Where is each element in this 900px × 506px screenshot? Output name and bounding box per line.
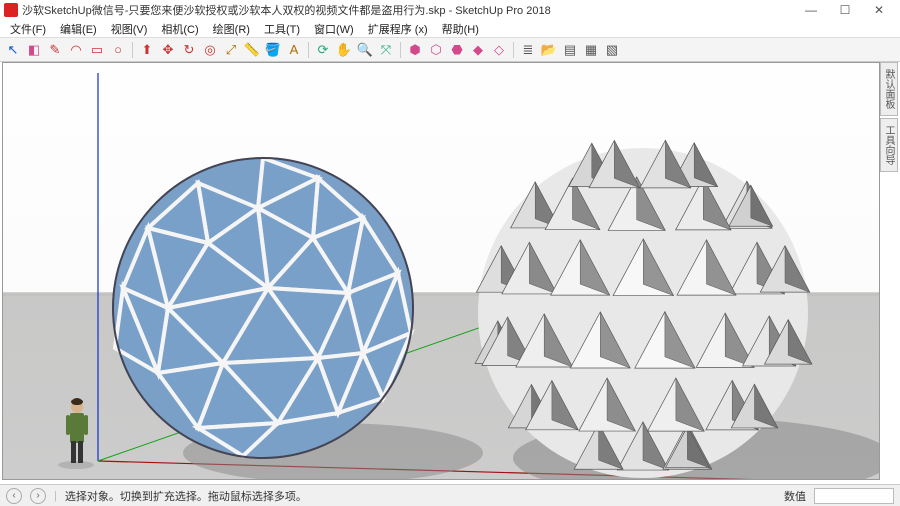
rotate-icon[interactable]: ↻: [180, 41, 198, 59]
rect-icon[interactable]: ▭: [88, 41, 106, 59]
move-icon[interactable]: ✥: [159, 41, 177, 59]
value-label: 数值: [784, 488, 806, 504]
view-icon[interactable]: ▦: [582, 41, 600, 59]
tray-tab-0[interactable]: 默认面板: [880, 62, 898, 116]
tray-panel: 默认面板工具向导: [880, 62, 898, 172]
zoom-extents-icon[interactable]: ⤧: [377, 41, 395, 59]
close-button[interactable]: ✕: [862, 0, 896, 20]
menu-item-0[interactable]: 文件(F): [4, 20, 52, 38]
nav-prev-button[interactable]: ‹: [6, 488, 22, 504]
eraser-icon[interactable]: ◧: [25, 41, 43, 59]
title-bar: 沙软SketchUp微信号-只要您来便沙软授权或沙软本人双权的视频文件都是盗用行…: [0, 0, 900, 20]
line-icon[interactable]: ✎: [46, 41, 64, 59]
menu-item-4[interactable]: 绘图(R): [207, 20, 256, 38]
paint-icon[interactable]: 🪣: [264, 41, 282, 59]
tape-icon[interactable]: 📏: [243, 41, 261, 59]
pushpull-icon[interactable]: ⬆: [138, 41, 156, 59]
menu-item-1[interactable]: 编辑(E): [54, 20, 103, 38]
window-title: 沙软SketchUp微信号-只要您来便沙软授权或沙软本人双权的视频文件都是盗用行…: [22, 2, 794, 18]
menu-item-3[interactable]: 相机(C): [155, 20, 204, 38]
menu-bar: 文件(F)编辑(E)视图(V)相机(C)绘图(R)工具(T)窗口(W)扩展程序 …: [0, 20, 900, 38]
ext4-icon[interactable]: ◇: [490, 41, 508, 59]
warehouse-icon[interactable]: ⬢: [406, 41, 424, 59]
tray-tab-1[interactable]: 工具向导: [880, 118, 898, 172]
orbit-icon[interactable]: ⟳: [314, 41, 332, 59]
status-hint: 选择对象。切换到扩充选择。拖动鼠标选择多项。: [65, 488, 776, 504]
app-icon: [4, 3, 18, 17]
layer-icon[interactable]: ≣: [519, 41, 537, 59]
pan-icon[interactable]: ✋: [335, 41, 353, 59]
menu-item-5[interactable]: 工具(T): [258, 20, 306, 38]
toolbar-separator: [400, 42, 401, 58]
ext2-icon[interactable]: ⬣: [448, 41, 466, 59]
model-viewport[interactable]: [2, 62, 880, 480]
select-arrow-icon[interactable]: ↖: [4, 41, 22, 59]
zoom-icon[interactable]: 🔍: [356, 41, 374, 59]
open-icon[interactable]: 📂: [540, 41, 558, 59]
ext-icon[interactable]: ⬡: [427, 41, 445, 59]
offset-icon[interactable]: ◎: [201, 41, 219, 59]
maximize-button[interactable]: ☐: [828, 0, 862, 20]
ext3-icon[interactable]: ◆: [469, 41, 487, 59]
outliner-icon[interactable]: ▤: [561, 41, 579, 59]
toolbar-separator: [308, 42, 309, 58]
nav-next-button[interactable]: ›: [30, 488, 46, 504]
menu-item-8[interactable]: 帮助(H): [436, 20, 485, 38]
circle-icon[interactable]: ○: [109, 41, 127, 59]
value-input[interactable]: [814, 488, 894, 504]
geodesic-sphere: [113, 158, 413, 458]
menu-item-2[interactable]: 视图(V): [105, 20, 154, 38]
toolbar-separator: [132, 42, 133, 58]
scene-svg: [3, 63, 880, 480]
toolbar-separator: [513, 42, 514, 58]
minimize-button[interactable]: —: [794, 0, 828, 20]
scale-icon[interactable]: ⤢: [222, 41, 240, 59]
main-toolbar: ↖◧✎◠▭○ ⬆✥↻◎⤢📏🪣A ⟳✋🔍⤧ ⬢⬡⬣◆◇ ≣📂▤▦▧: [0, 38, 900, 62]
menu-item-7[interactable]: 扩展程序 (x): [362, 20, 434, 38]
arc-icon[interactable]: ◠: [67, 41, 85, 59]
status-bar: ‹ › | 选择对象。切换到扩充选择。拖动鼠标选择多项。 数值: [0, 484, 900, 506]
menu-item-6[interactable]: 窗口(W): [308, 20, 360, 38]
view2-icon[interactable]: ▧: [603, 41, 621, 59]
text-icon[interactable]: A: [285, 41, 303, 59]
scale-figure: [58, 398, 94, 469]
